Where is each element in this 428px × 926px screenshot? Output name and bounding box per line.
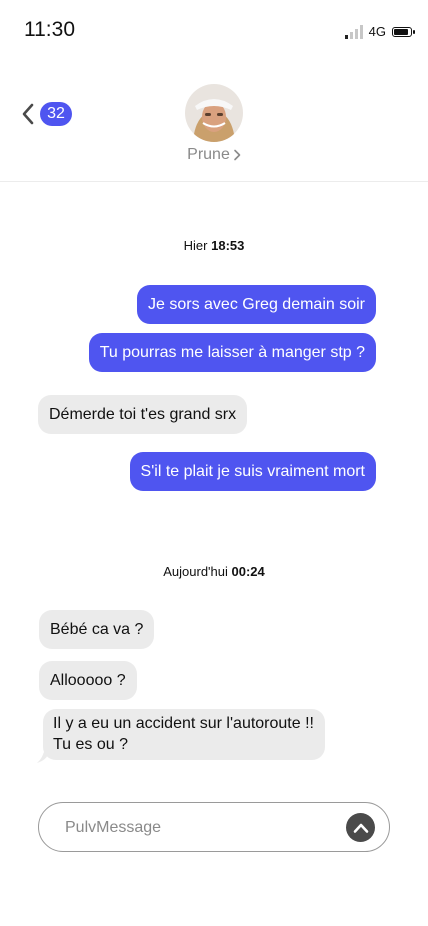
chevron-up-icon — [353, 823, 368, 833]
day-separator: Aujourd'hui 00:24 — [0, 564, 428, 579]
message-bubble-incoming[interactable]: Allooooo ? — [39, 661, 137, 700]
message-bubble-outgoing[interactable]: Tu pourras me laisser à manger stp ? — [88, 333, 376, 372]
contact-info[interactable]: Prune — [0, 84, 428, 164]
status-time: 11:30 — [24, 18, 75, 41]
contact-name[interactable]: Prune — [187, 146, 241, 164]
day-separator: Hier 18:53 — [0, 238, 428, 253]
chevron-right-icon — [234, 149, 241, 161]
message-bubble-outgoing[interactable]: S'il te plait je suis vraiment mort — [129, 452, 376, 491]
contact-name-label: Prune — [187, 146, 230, 163]
battery-icon — [392, 26, 415, 37]
conversation-header: 32 Prune — [0, 60, 428, 182]
network-label: 4G — [368, 24, 386, 39]
send-button[interactable] — [346, 813, 375, 842]
signal-icon — [344, 24, 363, 39]
day-label: Aujourd'hui — [163, 564, 228, 579]
message-line: Tu es ou ? — [53, 736, 129, 753]
status-icons: 4G — [344, 24, 415, 39]
message-line: Il y a eu un accident sur l'autoroute !! — [53, 715, 314, 732]
day-time: 18:53 — [211, 238, 245, 253]
status-bar: 11:30 4G — [0, 0, 428, 60]
message-bubble-incoming[interactable]: Démerde toi t'es grand srx — [38, 395, 248, 434]
message-bubble-incoming[interactable]: Bébé ca va ? — [39, 610, 155, 649]
day-label: Hier — [183, 238, 208, 253]
message-bubble-outgoing[interactable]: Je sors avec Greg demain soir — [137, 285, 376, 324]
bubble-tail — [37, 748, 49, 763]
message-input[interactable] — [63, 815, 327, 841]
message-bubble-incoming[interactable]: Il y a eu un accident sur l'autoroute !!… — [43, 709, 325, 760]
day-time: 00:24 — [231, 564, 265, 579]
avatar[interactable] — [185, 84, 243, 142]
message-composer[interactable] — [38, 802, 390, 852]
